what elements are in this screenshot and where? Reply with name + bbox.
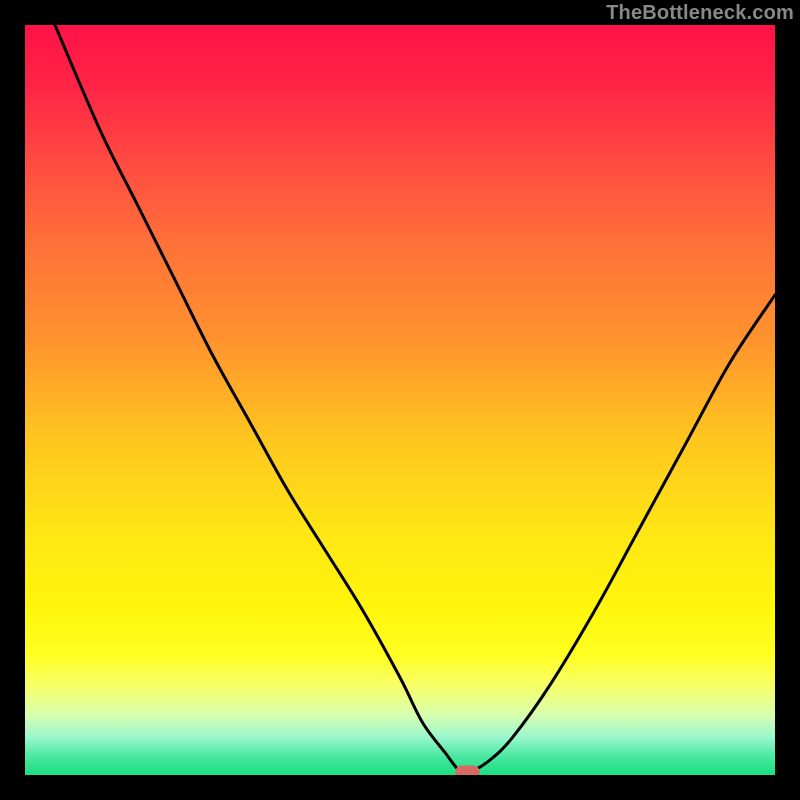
chart-frame: TheBottleneck.com	[0, 0, 800, 800]
gradient-background	[25, 25, 775, 775]
optimum-marker	[456, 766, 480, 776]
watermark-text: TheBottleneck.com	[606, 2, 794, 25]
bottleneck-chart	[25, 25, 775, 775]
